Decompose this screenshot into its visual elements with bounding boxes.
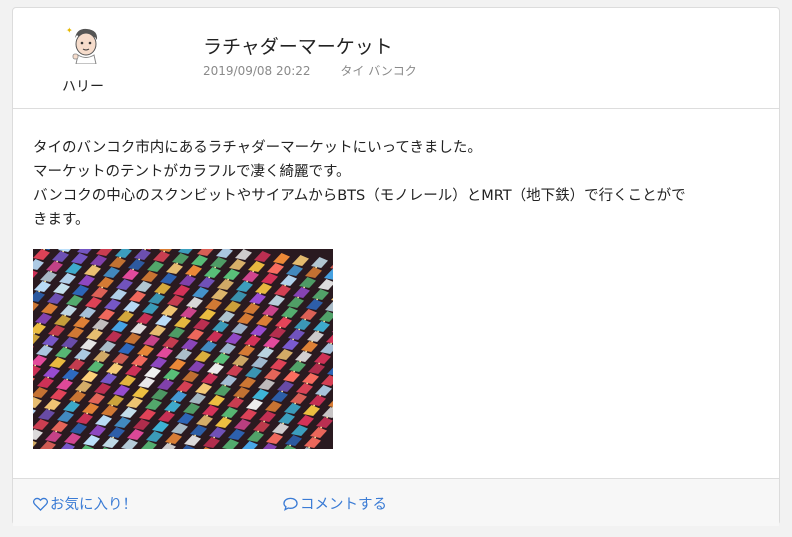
post-text-line: きます。: [33, 212, 90, 228]
post-text-line: マーケットのテントがカラフルで凄く綺麗です。: [33, 164, 351, 180]
heart-outline-icon: [33, 497, 48, 511]
post-body: タイのバンコク市内にあるラチャダーマーケットにいってきました。 マーケットのテン…: [33, 136, 763, 232]
comment-label: コメントする: [300, 497, 387, 513]
post-text: タイのバンコク市内にあるラチャダーマーケットにいってきました。 マーケットのテン…: [33, 136, 763, 232]
post-meta: 2019/09/08 20:22 タイ バンコク: [203, 62, 417, 79]
post-footer: お気に入り！ コメントする: [13, 478, 779, 526]
svg-text:✦: ✦: [66, 26, 73, 35]
post-text-line: バンコクの中心のスクンビットやサイアムからBTS（モノレール）とMRT（地下鉄）…: [33, 188, 686, 204]
post-text-line: タイのバンコク市内にあるラチャダーマーケットにいってきました。: [33, 140, 482, 156]
favorite-label: お気に入り！: [50, 497, 137, 513]
favorite-button[interactable]: お気に入り！: [33, 493, 137, 514]
comment-button[interactable]: コメントする: [283, 493, 387, 514]
post-title: ラチャダーマーケット: [203, 36, 393, 58]
post-header: ✦ ハリー ラチャダーマーケット 2019/09/08 20:22 タイ バンコ…: [13, 8, 779, 109]
speech-bubble-icon: [283, 497, 298, 511]
avatar[interactable]: ✦: [65, 24, 105, 64]
author-name[interactable]: ハリー: [33, 76, 133, 96]
post-location: タイ バンコク: [340, 64, 417, 78]
post-card: ✦ ハリー ラチャダーマーケット 2019/09/08 20:22 タイ バンコ…: [12, 7, 780, 526]
post-datetime: 2019/09/08 20:22: [203, 64, 311, 78]
post-photo[interactable]: [33, 249, 333, 449]
